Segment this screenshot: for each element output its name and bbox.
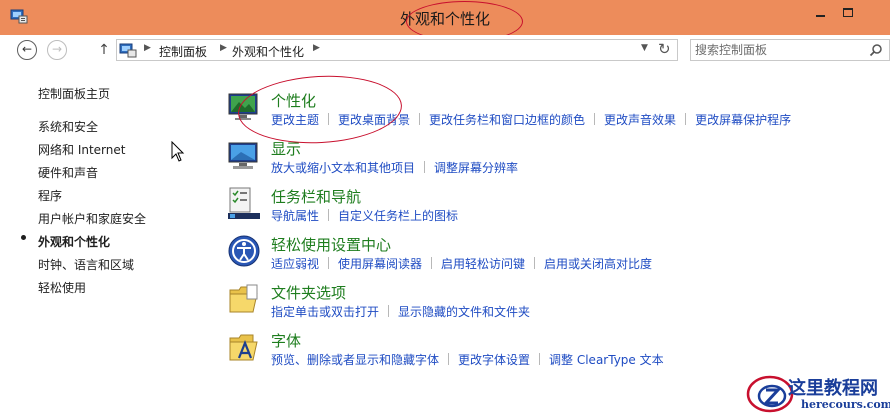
link-single-double-click[interactable]: 指定单击或双击打开 [271, 305, 379, 319]
active-item-bullet-icon [21, 235, 26, 240]
sidebar-item-network[interactable]: 网络和 Internet [38, 141, 125, 158]
link-separator [424, 161, 426, 173]
mouse-cursor-icon [171, 141, 185, 162]
link-separator [448, 353, 450, 365]
link-separator [431, 257, 433, 269]
link-separator [685, 113, 687, 125]
link-separator [328, 257, 330, 269]
up-arrow-icon: ↑ [98, 42, 110, 58]
breadcrumb-separator-icon[interactable]: ▶ [220, 43, 227, 53]
link-zoom-text[interactable]: 放大或缩小文本和其他项目 [271, 161, 415, 175]
sidebar-item-system-security[interactable]: 系统和安全 [38, 118, 98, 135]
fonts-icon [229, 334, 258, 361]
link-preview-delete-fonts[interactable]: 预览、删除或者显示和隐藏字体 [271, 353, 439, 367]
link-show-hidden-files[interactable]: 显示隐藏的文件和文件夹 [398, 305, 530, 319]
category-fonts-links: 预览、删除或者显示和隐藏字体 更改字体设置 调整 ClearType 文本 [271, 351, 664, 368]
link-access-keys[interactable]: 启用轻松访问键 [441, 257, 525, 271]
address-dropdown-icon[interactable]: ▼ [641, 43, 648, 53]
link-navigation-properties[interactable]: 导航属性 [271, 209, 319, 223]
back-arrow-icon: ← [21, 42, 33, 56]
breadcrumb-separator-icon[interactable]: ▶ [144, 43, 151, 53]
category-ease-of-access-links: 适应弱视 使用屏幕阅读器 启用轻松访问键 启用或关闭高对比度 [271, 255, 652, 272]
link-change-screen-saver[interactable]: 更改屏幕保护程序 [695, 113, 791, 127]
navigation-bar: ← → ↑ ▶ 控制面板 ▶ 外观和个性化 ▶ ▼ ↻ [0, 35, 890, 67]
watermark-name: 这里教程网 [788, 378, 878, 399]
breadcrumb-appearance[interactable]: 外观和个性化 [232, 43, 304, 60]
folder-options-icon [229, 284, 258, 313]
category-folder-options-links: 指定单击或双击打开 显示隐藏的文件和文件夹 [271, 303, 530, 320]
link-high-contrast[interactable]: 启用或关闭高对比度 [544, 257, 652, 271]
link-separator [594, 113, 596, 125]
link-separator [388, 305, 390, 317]
ease-of-access-icon [228, 235, 260, 267]
sidebar-item-ease-of-access[interactable]: 轻松使用 [38, 279, 86, 296]
link-screen-reader[interactable]: 使用屏幕阅读器 [338, 257, 422, 271]
forward-arrow-icon: → [51, 42, 63, 56]
title-bar: 外观和个性化 [0, 0, 890, 42]
category-ease-of-access-title[interactable]: 轻松使用设置中心 [271, 234, 391, 255]
link-adjust-cleartype[interactable]: 调整 ClearType 文本 [549, 353, 664, 367]
breadcrumb-separator-icon[interactable]: ▶ [313, 43, 320, 53]
category-display-links: 放大或缩小文本和其他项目 调整屏幕分辨率 [271, 159, 518, 176]
sidebar-item-control-panel-home[interactable]: 控制面板主页 [38, 85, 110, 102]
link-adjust-resolution[interactable]: 调整屏幕分辨率 [434, 161, 518, 175]
maximize-button[interactable] [834, 3, 864, 23]
personalization-annotation-ellipse [236, 71, 404, 148]
search-input[interactable] [695, 42, 865, 58]
category-taskbar-title[interactable]: 任务栏和导航 [271, 186, 361, 207]
sidebar-item-hardware-sound[interactable]: 硬件和声音 [38, 164, 98, 181]
category-fonts-title[interactable]: 字体 [271, 330, 301, 351]
link-change-sound-effects[interactable]: 更改声音效果 [604, 113, 676, 127]
search-box[interactable] [690, 39, 890, 61]
display-icon [228, 142, 258, 169]
link-customize-taskbar-icons[interactable]: 自定义任务栏上的图标 [338, 209, 458, 223]
link-separator [328, 209, 330, 221]
control-panel-icon [119, 43, 137, 58]
breadcrumb-control-panel[interactable]: 控制面板 [159, 43, 207, 60]
sidebar-item-user-accounts[interactable]: 用户帐户和家庭安全 [38, 210, 146, 227]
refresh-icon[interactable]: ↻ [658, 40, 671, 58]
up-button[interactable]: ↑ [96, 41, 112, 59]
sidebar-item-appearance[interactable]: 外观和个性化 [38, 233, 110, 250]
address-bar[interactable]: ▶ 控制面板 ▶ 外观和个性化 ▶ ▼ ↻ [116, 39, 678, 61]
link-optimize-low-vision[interactable]: 适应弱视 [271, 257, 319, 271]
link-change-taskbar-window-color[interactable]: 更改任务栏和窗口边框的颜色 [429, 113, 585, 127]
sidebar-item-programs[interactable]: 程序 [38, 187, 62, 204]
sidebar-item-clock-language[interactable]: 时钟、语言和区域 [38, 256, 134, 273]
link-font-settings[interactable]: 更改字体设置 [458, 353, 530, 367]
taskbar-icon [228, 187, 260, 219]
forward-button[interactable]: → [47, 40, 67, 60]
category-folder-options-title[interactable]: 文件夹选项 [271, 282, 346, 303]
link-separator [534, 257, 536, 269]
link-separator [419, 113, 421, 125]
minimize-button[interactable] [806, 3, 836, 23]
category-taskbar-links: 导航属性 自定义任务栏上的图标 [271, 207, 458, 224]
category-display-title[interactable]: 显示 [271, 138, 301, 159]
watermark-domain: herecours.com [801, 398, 890, 411]
search-icon[interactable] [869, 43, 883, 57]
back-button[interactable]: ← [17, 40, 37, 60]
link-separator [539, 353, 541, 365]
